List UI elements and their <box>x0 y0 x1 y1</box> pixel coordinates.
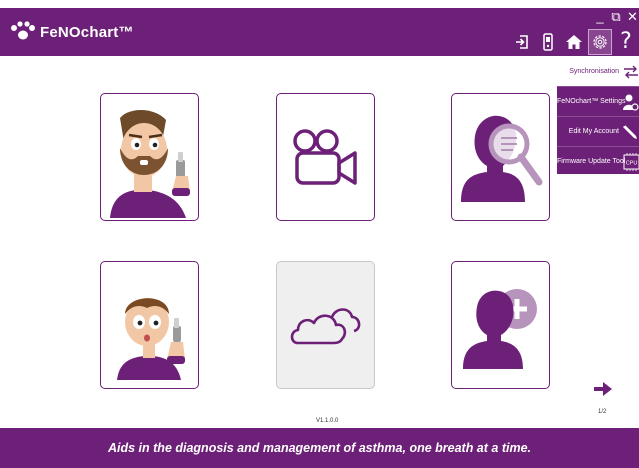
boy-with-inhaler-icon <box>116 298 185 380</box>
video-camera-icon <box>292 129 357 185</box>
sync-arrows-icon <box>624 65 638 79</box>
menu-item-label: Firmware Update Tool <box>557 158 626 165</box>
logout-button[interactable] <box>511 30 533 54</box>
window-controls: _ ⧉ ✕ <box>595 10 638 23</box>
search-patient-tile[interactable] <box>451 93 550 221</box>
menu-item-fenochart-settings[interactable]: FeNOchart™ Settings <box>557 87 639 117</box>
menu-item-label: Synchronisation <box>569 68 619 75</box>
cloud-tile[interactable] <box>276 261 375 389</box>
settings-menu: Synchronisation FeNOchart™ Settings Edit… <box>557 57 639 174</box>
adult-patient-tile[interactable] <box>100 93 199 221</box>
app-header: FeNOchart™ _ ⧉ ✕ ? <box>0 8 639 56</box>
logout-icon <box>516 35 528 49</box>
help-button[interactable]: ? <box>615 30 637 54</box>
cpu-chip-icon: CPU <box>623 153 639 171</box>
bearded-man-with-inhaler-icon <box>109 109 190 218</box>
minimize-button[interactable]: _ <box>595 10 605 23</box>
maximize-button[interactable]: ⧉ <box>611 10 621 23</box>
menu-item-synchronisation[interactable]: Synchronisation <box>557 57 639 87</box>
menu-item-firmware-update[interactable]: Firmware Update Tool CPU <box>557 147 639 176</box>
app-title: FeNOchart™ <box>40 23 134 41</box>
version-label: V1.1.0.0 <box>316 418 339 424</box>
settings-button[interactable] <box>588 29 612 55</box>
add-person-icon <box>462 289 537 369</box>
menu-item-edit-account[interactable]: Edit My Account <box>557 117 639 147</box>
cloud-icon <box>290 308 360 345</box>
close-button[interactable]: ✕ <box>627 10 638 23</box>
add-patient-tile[interactable] <box>451 261 550 389</box>
pencil-icon <box>623 123 637 139</box>
home-icon <box>566 35 582 49</box>
toolbar: ? <box>511 29 637 55</box>
person-gear-icon <box>623 94 639 111</box>
video-tile[interactable] <box>276 93 375 221</box>
device-button[interactable] <box>537 30 559 54</box>
arrow-right-icon <box>594 382 612 396</box>
footer-tagline: Aids in the diagnosis and management of … <box>108 441 531 455</box>
footer-banner: Aids in the diagnosis and management of … <box>0 428 639 468</box>
page-indicator: 1/2 <box>598 409 607 415</box>
paw-logo-icon <box>11 21 35 40</box>
menu-item-label: FeNOchart™ Settings <box>557 98 626 105</box>
device-icon <box>543 33 553 51</box>
menu-item-label: Edit My Account <box>568 128 619 135</box>
app-logo: FeNOchart™ <box>10 19 134 45</box>
cpu-chip-label: CPU <box>626 161 638 167</box>
child-patient-tile[interactable] <box>100 261 199 389</box>
home-button[interactable] <box>563 30 585 54</box>
next-page-button[interactable] <box>593 381 613 402</box>
gear-icon <box>593 35 607 49</box>
person-search-icon <box>460 115 542 202</box>
help-icon: ? <box>620 29 632 54</box>
